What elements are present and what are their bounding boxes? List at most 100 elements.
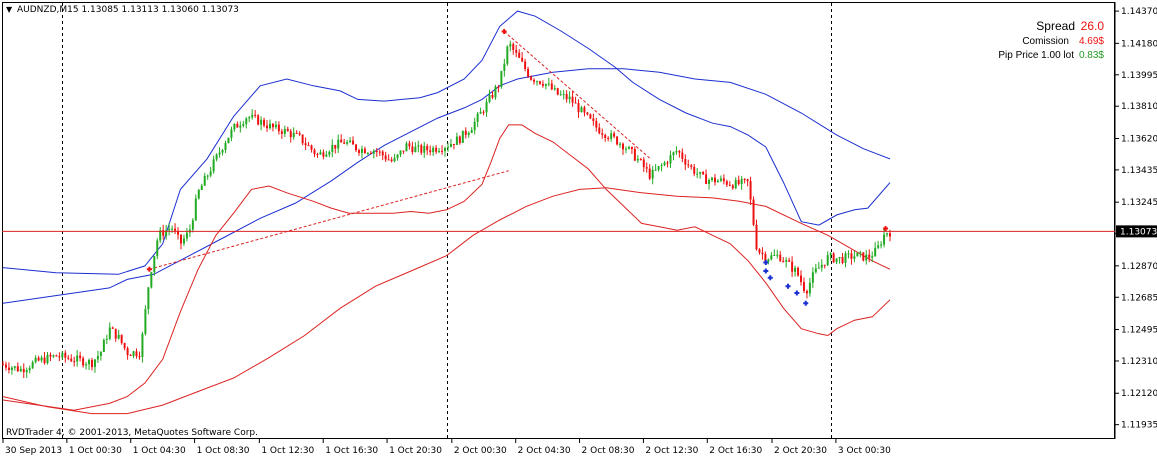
y-tick-label-13: 1.11935: [1121, 421, 1157, 431]
candle-body: [844, 253, 847, 263]
candle-body: [79, 355, 82, 359]
candle-body: [334, 144, 337, 149]
candle-body: [604, 134, 607, 138]
candle-body: [506, 46, 509, 64]
candlestick-chart[interactable]: 1.14370 1.14180 1.13995 1.13810 1.13620 1.134…: [0, 0, 1157, 457]
candle-body: [770, 255, 773, 260]
candle-body: [850, 253, 853, 259]
candle-body: [669, 155, 672, 164]
candle-body: [366, 152, 369, 154]
candle-body: [518, 52, 521, 58]
candle-body: [479, 111, 482, 114]
candle-body: [25, 370, 28, 373]
candle-body: [527, 68, 530, 77]
candle-body: [37, 357, 40, 361]
candle-body: [304, 143, 307, 146]
candle-body: [40, 357, 43, 361]
candle-body: [449, 143, 452, 147]
candle-body: [880, 244, 883, 246]
candle-body: [660, 165, 663, 167]
candle-body: [88, 359, 91, 365]
candle-body: [251, 114, 254, 118]
candle-body: [832, 253, 835, 263]
y-tick-label-10: 1.12495: [1121, 326, 1157, 336]
candle-body: [168, 228, 171, 231]
candle-body: [46, 354, 49, 364]
candle-body: [743, 178, 746, 180]
candle-body: [512, 44, 515, 50]
candle-body: [817, 267, 820, 269]
candle-body: [277, 124, 280, 132]
candle-body: [619, 143, 622, 145]
candle-body: [435, 147, 438, 152]
candle-body: [559, 94, 562, 96]
candle-body: [568, 96, 571, 100]
candle-body: [432, 147, 435, 153]
candle-body: [381, 151, 384, 156]
candle-body: [598, 127, 601, 134]
candle-body: [340, 139, 343, 143]
y-tick-label-2: 1.13995: [1121, 71, 1157, 81]
x-tick-label-11: 2 Oct 16:30: [709, 446, 762, 456]
candle-body: [509, 44, 512, 47]
candle-body: [375, 151, 378, 153]
candle-body: [13, 366, 16, 368]
candle-body: [126, 348, 129, 355]
pip-price-label: Pip Price 1.00 lot: [998, 50, 1074, 61]
spread-label: Spread: [1036, 19, 1075, 33]
candle-body: [64, 352, 67, 358]
candle-body: [260, 119, 263, 125]
candle-body: [322, 152, 325, 157]
candle-body: [194, 198, 197, 221]
candle-body: [52, 355, 55, 357]
candle-body: [524, 61, 527, 69]
candle-body: [503, 63, 506, 71]
candle-body: [328, 152, 331, 155]
candle-body: [233, 123, 236, 130]
candle-body: [746, 179, 749, 182]
candle-body: [141, 333, 144, 358]
candle-body: [589, 114, 592, 119]
candle-body: [156, 240, 159, 256]
candle-body: [49, 354, 52, 357]
candle-body: [883, 234, 886, 245]
chart-menu-icon[interactable]: ▼: [6, 5, 13, 14]
candle-body: [713, 177, 716, 183]
candle-body: [797, 267, 800, 276]
candle-body: [286, 128, 289, 132]
candle-body: [681, 152, 684, 159]
candle-body: [690, 165, 693, 167]
chart-root[interactable]: 1.14370 1.14180 1.13995 1.13810 1.13620 1.134…: [0, 0, 1157, 457]
trade-marker-3: [763, 268, 769, 274]
candle-body: [349, 140, 352, 142]
candle-body: [10, 367, 13, 371]
candle-body: [458, 136, 461, 143]
band-line-1: [2, 68, 891, 304]
candle-body: [749, 181, 752, 200]
candle-body: [645, 167, 648, 169]
symbol-header: AUDNZD,M15 1.13085 1.13113 1.13060 1.130…: [17, 5, 239, 15]
trade-marker-4: [767, 275, 773, 281]
candle-body: [728, 184, 731, 186]
candle-body: [651, 169, 654, 179]
candle-body: [179, 234, 182, 244]
candle-body: [191, 220, 194, 230]
candle-body: [76, 355, 79, 362]
x-tick-label-6: 1 Oct 20:30: [389, 446, 442, 456]
candle-body: [473, 121, 476, 131]
candle-body: [841, 257, 844, 263]
candle-body: [702, 171, 705, 175]
candle-body: [108, 327, 111, 339]
x-tick-label-12: 2 Oct 20:30: [774, 446, 827, 456]
candle-body: [654, 169, 657, 171]
candle-body: [441, 150, 444, 152]
candle-body: [627, 146, 630, 149]
candle-body: [556, 88, 559, 95]
y-tick-label-8: 1.12870: [1121, 262, 1157, 272]
pip-price-value: 0.83$: [1079, 50, 1104, 61]
candle-body: [583, 107, 586, 113]
candle-body: [500, 70, 503, 87]
candle-body: [586, 112, 589, 115]
candle-body: [592, 118, 595, 122]
y-tick-label-1: 1.14180: [1121, 39, 1157, 49]
